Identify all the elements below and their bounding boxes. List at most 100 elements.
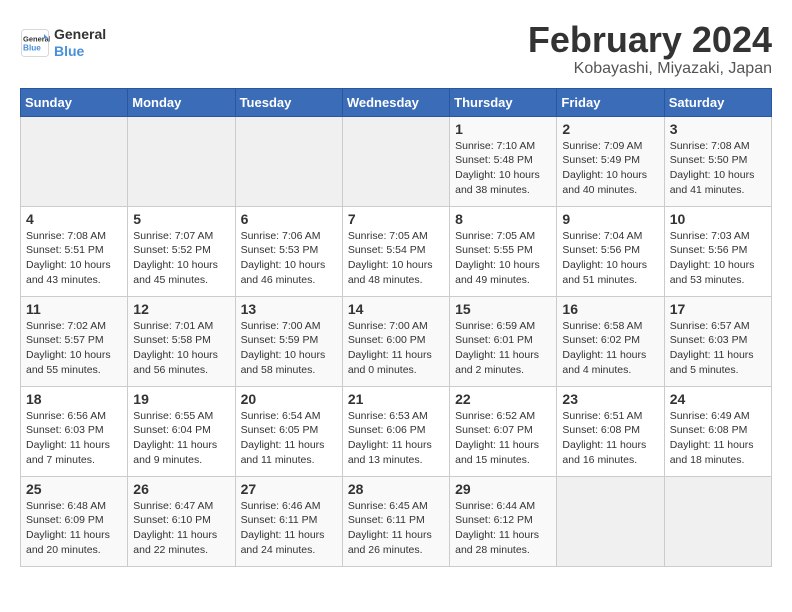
day-number: 7 — [348, 211, 444, 227]
logo-line2: Blue — [54, 43, 106, 60]
calendar-cell — [235, 116, 342, 206]
day-info: Sunrise: 6:53 AM Sunset: 6:06 PM Dayligh… — [348, 409, 444, 468]
day-number: 12 — [133, 301, 229, 317]
day-info: Sunrise: 7:05 AM Sunset: 5:54 PM Dayligh… — [348, 229, 444, 288]
logo: General Blue General Blue — [20, 26, 106, 60]
day-number: 14 — [348, 301, 444, 317]
day-info: Sunrise: 6:57 AM Sunset: 6:03 PM Dayligh… — [670, 319, 766, 378]
calendar-cell: 14 Sunrise: 7:00 AM Sunset: 6:00 PM Dayli… — [342, 296, 449, 386]
day-info: Sunrise: 7:02 AM Sunset: 5:57 PM Dayligh… — [26, 319, 122, 378]
calendar-cell: 3 Sunrise: 7:08 AM Sunset: 5:50 PM Daylig… — [664, 116, 771, 206]
calendar-cell: 17 Sunrise: 6:57 AM Sunset: 6:03 PM Dayli… — [664, 296, 771, 386]
day-number: 27 — [241, 481, 337, 497]
day-number: 25 — [26, 481, 122, 497]
week-row-2: 11 Sunrise: 7:02 AM Sunset: 5:57 PM Dayli… — [21, 296, 772, 386]
header-saturday: Saturday — [664, 88, 771, 116]
header-thursday: Thursday — [450, 88, 557, 116]
calendar-cell: 18 Sunrise: 6:56 AM Sunset: 6:03 PM Dayli… — [21, 386, 128, 476]
calendar-cell — [664, 476, 771, 566]
calendar-cell: 23Sunrise: 6:51 AM Sunset: 6:08 PM Dayli… — [557, 386, 664, 476]
calendar-cell: 24 Sunrise: 6:49 AM Sunset: 6:08 PM Dayli… — [664, 386, 771, 476]
day-info: Sunrise: 7:08 AM Sunset: 5:51 PM Dayligh… — [26, 229, 122, 288]
calendar-cell: 26 Sunrise: 6:47 AM Sunset: 6:10 PM Dayli… — [128, 476, 235, 566]
calendar-cell: 15 Sunrise: 6:59 AM Sunset: 6:01 PM Dayli… — [450, 296, 557, 386]
day-number: 20 — [241, 391, 337, 407]
calendar-cell: 2 Sunrise: 7:09 AM Sunset: 5:49 PM Daylig… — [557, 116, 664, 206]
calendar-cell — [21, 116, 128, 206]
day-number: 22 — [455, 391, 551, 407]
day-info: Sunrise: 6:54 AM Sunset: 6:05 PM Dayligh… — [241, 409, 337, 468]
svg-text:General: General — [23, 34, 50, 43]
day-number: 9 — [562, 211, 658, 227]
logo-icon: General Blue — [20, 28, 50, 58]
day-number: 4 — [26, 211, 122, 227]
day-number: 28 — [348, 481, 444, 497]
calendar-cell: 12 Sunrise: 7:01 AM Sunset: 5:58 PM Dayli… — [128, 296, 235, 386]
day-info: Sunrise: 6:47 AM Sunset: 6:10 PM Dayligh… — [133, 499, 229, 558]
day-info: Sunrise: 6:59 AM Sunset: 6:01 PM Dayligh… — [455, 319, 551, 378]
header-friday: Friday — [557, 88, 664, 116]
header-tuesday: Tuesday — [235, 88, 342, 116]
calendar-cell — [128, 116, 235, 206]
day-info: Sunrise: 6:56 AM Sunset: 6:03 PM Dayligh… — [26, 409, 122, 468]
calendar-cell: 19Sunrise: 6:55 AM Sunset: 6:04 PM Dayli… — [128, 386, 235, 476]
day-info: Sunrise: 6:55 AM Sunset: 6:04 PM Dayligh… — [133, 409, 229, 468]
calendar-cell: 22Sunrise: 6:52 AM Sunset: 6:07 PM Dayli… — [450, 386, 557, 476]
day-info: Sunrise: 7:06 AM Sunset: 5:53 PM Dayligh… — [241, 229, 337, 288]
day-info: Sunrise: 7:10 AM Sunset: 5:48 PM Dayligh… — [455, 139, 551, 198]
day-info: Sunrise: 7:05 AM Sunset: 5:55 PM Dayligh… — [455, 229, 551, 288]
calendar-cell: 28 Sunrise: 6:45 AM Sunset: 6:11 PM Dayli… — [342, 476, 449, 566]
day-number: 17 — [670, 301, 766, 317]
calendar-body: 1Sunrise: 7:10 AM Sunset: 5:48 PM Daylig… — [21, 116, 772, 566]
page-header: General Blue General Blue February 2024 … — [20, 20, 772, 78]
calendar-cell: 10 Sunrise: 7:03 AM Sunset: 5:56 PM Dayli… — [664, 206, 771, 296]
day-info: Sunrise: 7:01 AM Sunset: 5:58 PM Dayligh… — [133, 319, 229, 378]
svg-text:Blue: Blue — [23, 43, 41, 52]
week-row-0: 1Sunrise: 7:10 AM Sunset: 5:48 PM Daylig… — [21, 116, 772, 206]
day-number: 3 — [670, 121, 766, 137]
calendar-cell: 7 Sunrise: 7:05 AM Sunset: 5:54 PM Daylig… — [342, 206, 449, 296]
calendar-cell — [557, 476, 664, 566]
logo-line1: General — [54, 26, 106, 43]
calendar-cell: 27 Sunrise: 6:46 AM Sunset: 6:11 PM Dayli… — [235, 476, 342, 566]
day-number: 24 — [670, 391, 766, 407]
day-info: Sunrise: 7:07 AM Sunset: 5:52 PM Dayligh… — [133, 229, 229, 288]
day-number: 29 — [455, 481, 551, 497]
day-info: Sunrise: 7:00 AM Sunset: 6:00 PM Dayligh… — [348, 319, 444, 378]
day-number: 13 — [241, 301, 337, 317]
day-number: 26 — [133, 481, 229, 497]
day-info: Sunrise: 7:03 AM Sunset: 5:56 PM Dayligh… — [670, 229, 766, 288]
day-info: Sunrise: 6:46 AM Sunset: 6:11 PM Dayligh… — [241, 499, 337, 558]
day-info: Sunrise: 6:58 AM Sunset: 6:02 PM Dayligh… — [562, 319, 658, 378]
day-number: 2 — [562, 121, 658, 137]
calendar-cell — [342, 116, 449, 206]
day-info: Sunrise: 6:44 AM Sunset: 6:12 PM Dayligh… — [455, 499, 551, 558]
calendar-cell: 20 Sunrise: 6:54 AM Sunset: 6:05 PM Dayli… — [235, 386, 342, 476]
day-number: 5 — [133, 211, 229, 227]
calendar-cell: 9Sunrise: 7:04 AM Sunset: 5:56 PM Daylig… — [557, 206, 664, 296]
calendar-cell: 6Sunrise: 7:06 AM Sunset: 5:53 PM Daylig… — [235, 206, 342, 296]
day-info: Sunrise: 7:00 AM Sunset: 5:59 PM Dayligh… — [241, 319, 337, 378]
day-number: 10 — [670, 211, 766, 227]
day-number: 11 — [26, 301, 122, 317]
day-info: Sunrise: 6:45 AM Sunset: 6:11 PM Dayligh… — [348, 499, 444, 558]
day-number: 15 — [455, 301, 551, 317]
day-info: Sunrise: 7:08 AM Sunset: 5:50 PM Dayligh… — [670, 139, 766, 198]
calendar-cell: 8Sunrise: 7:05 AM Sunset: 5:55 PM Daylig… — [450, 206, 557, 296]
day-number: 18 — [26, 391, 122, 407]
calendar-cell: 29 Sunrise: 6:44 AM Sunset: 6:12 PM Dayli… — [450, 476, 557, 566]
calendar-cell: 5 Sunrise: 7:07 AM Sunset: 5:52 PM Daylig… — [128, 206, 235, 296]
day-number: 21 — [348, 391, 444, 407]
day-info: Sunrise: 6:49 AM Sunset: 6:08 PM Dayligh… — [670, 409, 766, 468]
calendar-cell: 13 Sunrise: 7:00 AM Sunset: 5:59 PM Dayli… — [235, 296, 342, 386]
calendar-cell: 1Sunrise: 7:10 AM Sunset: 5:48 PM Daylig… — [450, 116, 557, 206]
calendar-header-row: SundayMondayTuesdayWednesdayThursdayFrid… — [21, 88, 772, 116]
week-row-4: 25 Sunrise: 6:48 AM Sunset: 6:09 PM Dayli… — [21, 476, 772, 566]
day-number: 16 — [562, 301, 658, 317]
header-wednesday: Wednesday — [342, 88, 449, 116]
day-info: Sunrise: 7:09 AM Sunset: 5:49 PM Dayligh… — [562, 139, 658, 198]
day-info: Sunrise: 6:51 AM Sunset: 6:08 PM Dayligh… — [562, 409, 658, 468]
title-area: February 2024 Kobayashi, Miyazaki, Japan — [528, 20, 772, 78]
main-title: February 2024 — [528, 20, 772, 60]
day-info: Sunrise: 6:48 AM Sunset: 6:09 PM Dayligh… — [26, 499, 122, 558]
